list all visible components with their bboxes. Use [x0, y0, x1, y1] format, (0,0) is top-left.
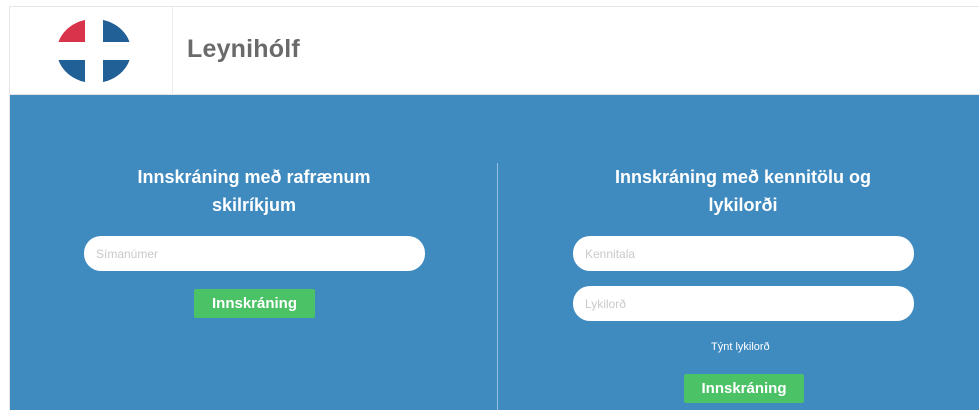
right-panel-title: Innskráning með kennitölu og lykilorði [563, 163, 923, 219]
brand-title: Leynihólf [187, 35, 300, 63]
app-frame: Leynihólf Innskráning með rafrænum skilr… [9, 6, 979, 410]
electronic-login-button[interactable]: Innskráning [194, 289, 315, 318]
kennitala-input[interactable] [573, 236, 914, 271]
left-title-line1: Innskráning með rafrænum [137, 167, 371, 187]
left-title-line2: skilríkjum [211, 195, 297, 215]
left-panel-title: Innskráning með rafrænum skilríkjum [74, 163, 434, 219]
login-area: Innskráning með rafrænum skilríkjum Inns… [10, 95, 979, 410]
password-login-button[interactable]: Innskráning [684, 374, 804, 403]
right-title-line1: Innskráning með kennitölu og [614, 167, 872, 187]
phone-input[interactable] [84, 236, 425, 271]
header: Leynihólf [10, 7, 979, 95]
logo-icon[interactable] [57, 19, 131, 83]
panel-divider [497, 163, 498, 410]
right-title-line2: lykilorði [708, 195, 778, 215]
password-input[interactable] [573, 286, 914, 321]
forgot-password-link[interactable]: Týnt lykilorð [711, 341, 770, 353]
logo-cell [10, 7, 173, 94]
